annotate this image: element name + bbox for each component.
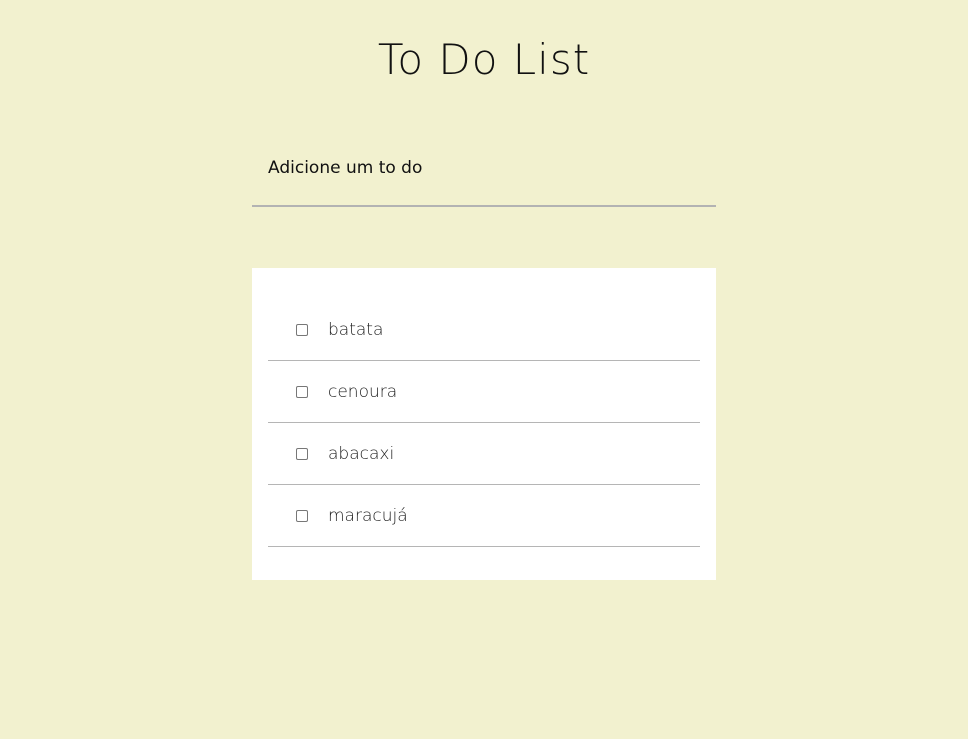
todo-checkbox[interactable]: [296, 509, 308, 522]
todo-label: abacaxi: [328, 443, 395, 464]
todo-label: batata: [328, 319, 384, 340]
list-item: abacaxi: [268, 423, 700, 485]
todo-checkbox[interactable]: [296, 323, 308, 336]
add-todo-input[interactable]: [252, 130, 716, 207]
list-item: maracujá: [268, 485, 700, 547]
list-item: cenoura: [268, 361, 700, 423]
todo-label: maracujá: [328, 505, 408, 526]
todo-list: batata cenoura abacaxi maracujá: [268, 299, 700, 547]
todo-checkbox[interactable]: [296, 385, 308, 398]
todo-label: cenoura: [328, 381, 398, 402]
page-title: To Do List: [377, 35, 591, 84]
list-item: batata: [268, 299, 700, 361]
todo-list-card: batata cenoura abacaxi maracujá: [252, 268, 716, 580]
todo-checkbox[interactable]: [296, 447, 308, 460]
